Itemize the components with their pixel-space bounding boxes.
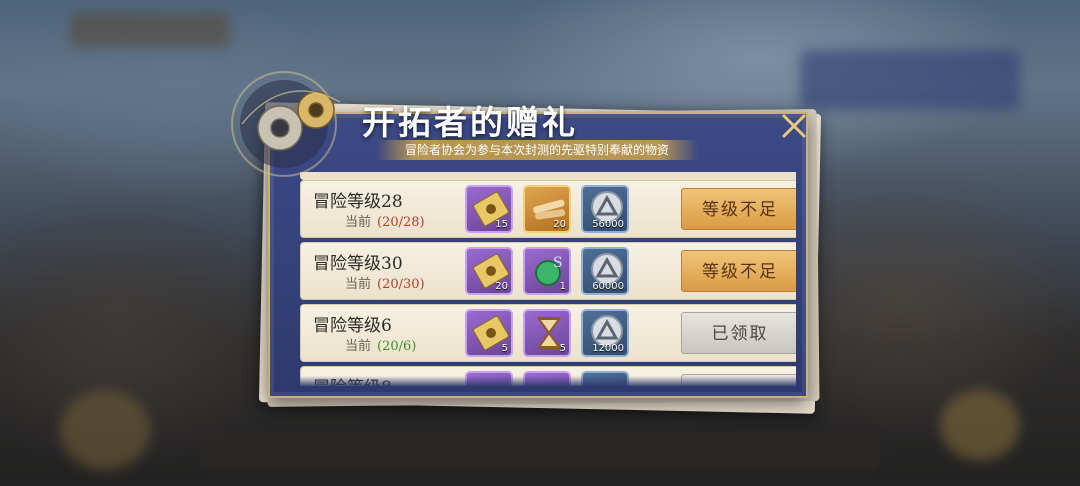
item-count: 12000	[592, 343, 624, 354]
gear-emblem-icon	[231, 71, 341, 177]
reward-item[interactable]: 15	[465, 185, 513, 233]
reward-progress: 当前 (20/30)	[345, 273, 425, 292]
previous-row-edge	[300, 172, 796, 180]
progress-value: (20/30)	[377, 277, 425, 292]
progress-value: (20/28)	[377, 215, 425, 230]
svg-text:S: S	[553, 255, 563, 271]
level-insufficient-button[interactable]: 等级不足	[681, 250, 796, 292]
claimed-button[interactable]: 已领取	[681, 312, 796, 354]
item-count: 1	[559, 281, 566, 292]
reward-level-name: 冒险等级28	[313, 192, 403, 212]
item-count: 20	[553, 219, 566, 230]
item-count: 15	[495, 219, 508, 230]
reward-item[interactable]: 5	[523, 309, 571, 357]
popup-subtitle: 冒险者协会为参与本次封测的先驱特别奉献的物资	[376, 140, 698, 160]
reward-progress: 当前 (20/6)	[345, 335, 416, 354]
reward-row: 冒险等级6 当前 (20/6) 5 5 12000 已领取	[300, 304, 796, 362]
close-icon	[782, 114, 806, 138]
progress-label: 当前	[345, 277, 372, 292]
list-fade	[284, 376, 796, 386]
reward-list[interactable]: 冒险等级28 当前 (20/28) 15 20 56000 等级不足 冒险等级30…	[284, 172, 796, 386]
reward-progress: 当前 (20/28)	[345, 211, 425, 230]
reward-item[interactable]: 56000	[581, 185, 629, 233]
reward-level-name: 冒险等级6	[313, 316, 392, 336]
item-count: 5	[559, 343, 566, 354]
item-count: 5	[501, 343, 508, 354]
reward-item[interactable]: 12000	[581, 309, 629, 357]
reward-item[interactable]: 60000	[581, 247, 629, 295]
item-count: 60000	[592, 281, 624, 292]
reward-item[interactable]: 20	[523, 185, 571, 233]
item-count: 56000	[592, 219, 624, 230]
level-insufficient-button[interactable]: 等级不足	[681, 188, 796, 230]
popup-title: 开拓者的赠礼	[362, 103, 578, 142]
progress-label: 当前	[345, 215, 372, 230]
progress-value: (20/6)	[377, 339, 417, 354]
reward-item[interactable]: 20	[465, 247, 513, 295]
reward-row: 冒险等级30 当前 (20/30) 20 S 1 60000 等级不足	[300, 242, 796, 300]
reward-item[interactable]: 5	[465, 309, 513, 357]
progress-label: 当前	[345, 339, 372, 354]
reward-level-name: 冒险等级30	[313, 254, 403, 274]
item-count: 20	[495, 281, 508, 292]
reward-row: 冒险等级28 当前 (20/28) 15 20 56000 等级不足	[300, 180, 796, 238]
close-button[interactable]	[778, 110, 810, 142]
reward-item[interactable]: S 1	[523, 247, 571, 295]
